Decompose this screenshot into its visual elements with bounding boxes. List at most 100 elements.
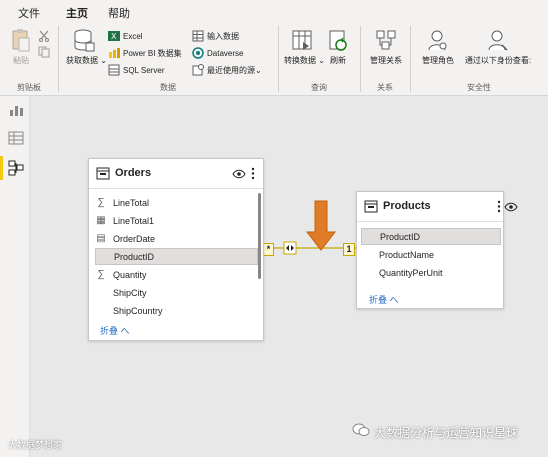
chevron-down-icon: ⌄ [98, 56, 107, 65]
transform-icon [292, 30, 312, 50]
down-arrow-annotation [305, 200, 337, 251]
active-view-indicator [0, 156, 3, 180]
field-orderdate[interactable]: ▤ OrderDate [95, 230, 255, 247]
products-table-card[interactable]: Products ProductID ProductName QuantityP… [356, 191, 518, 309]
dataverse-label: Dataverse [207, 48, 244, 58]
orders-collapse-link[interactable]: 折叠 へ [100, 324, 130, 337]
data-group-label: 数据 [160, 83, 176, 92]
ribbon: 粘贴 剪贴板 获取数据 ⌄ X Excel Power BI 数据集 SQL S… [0, 22, 548, 96]
one-cardinality-label: 1 [343, 243, 355, 256]
sql-server-button[interactable]: SQL Server [108, 63, 165, 77]
watermark-right: 大数据分析与运营知识星球 [374, 426, 519, 440]
report-view-icon[interactable] [8, 102, 24, 118]
sigma-icon: ∑ [97, 197, 105, 208]
view-as-button[interactable]: 通过以下身份查看: [460, 28, 536, 66]
field-name: OrderDate [113, 233, 156, 244]
enter-data-button[interactable]: 输入数据 [192, 29, 239, 43]
recent-sources-label: 最近使用的源 [207, 65, 255, 75]
manage-roles-button[interactable]: 管理角色 [418, 28, 458, 66]
field-productid[interactable]: ProductID [361, 228, 501, 245]
field-productname[interactable]: ProductName [361, 246, 501, 263]
clipboard-group-label: 剪贴板 [17, 83, 41, 92]
field-name: LineTotal [113, 197, 150, 208]
field-linetotal[interactable]: ∑ LineTotal [95, 194, 255, 211]
chevron-down-icon: ⌄ [255, 65, 262, 75]
menu-bar: 文件 主页 帮助 [0, 0, 548, 26]
field-shipcity[interactable]: ShipCity [95, 284, 255, 301]
transform-label: 转换数据 [284, 56, 316, 65]
view-switcher-rail [0, 96, 30, 457]
excel-button[interactable]: X Excel [108, 29, 143, 43]
many-cardinality-label: * [263, 243, 274, 256]
excel-icon: X [108, 31, 120, 41]
refresh-button[interactable]: 刷新 [326, 28, 350, 66]
data-view-icon[interactable] [8, 130, 24, 146]
powerbi-dataset-button[interactable]: Power BI 数据集 [108, 46, 182, 60]
view-as-label: 通过以下身份查看: [464, 56, 532, 65]
transform-data-button[interactable]: 转换数据 ⌄ [284, 28, 325, 66]
eye-icon[interactable] [232, 169, 246, 179]
chevron-down-icon: ⌄ [316, 56, 325, 65]
products-card-header: Products [357, 192, 518, 222]
svg-text:X: X [111, 32, 117, 41]
calculated-column-icon: ▦ [96, 215, 106, 226]
refresh-icon [329, 30, 347, 51]
orders-title: Orders [115, 167, 152, 179]
powerbi-label: Power BI 数据集 [123, 48, 182, 58]
get-data-label: 获取数据 [66, 56, 98, 65]
dataverse-icon [192, 47, 204, 59]
calendar-icon: ▤ [96, 233, 106, 244]
field-name: ProductName [379, 249, 435, 260]
field-name: LineTotal1 [113, 215, 155, 226]
field-shipcountry[interactable]: ShipCountry [95, 302, 255, 319]
recent-sources-icon [192, 64, 204, 76]
eye-icon[interactable] [504, 202, 518, 212]
field-quantityperunit[interactable]: QuantityPerUnit [361, 264, 501, 281]
sql-server-label: SQL Server [123, 65, 165, 75]
paste-button[interactable]: 粘贴 [8, 28, 34, 66]
field-name: QuantityPerUnit [379, 267, 443, 278]
database-icon [74, 29, 95, 52]
table-icon [192, 30, 204, 42]
refresh-label: 刷新 [330, 56, 346, 65]
relationships-icon [376, 30, 396, 50]
field-name: ProductID [380, 231, 421, 242]
table-icon [364, 200, 378, 213]
field-productid[interactable]: ProductID [95, 248, 258, 265]
field-name: ProductID [114, 251, 155, 262]
products-collapse-link[interactable]: 折叠 へ [369, 293, 399, 306]
copy-icon[interactable] [38, 46, 50, 58]
wechat-icon [352, 423, 370, 436]
user-view-icon [488, 30, 508, 51]
sql-server-icon [108, 64, 120, 76]
excel-label: Excel [123, 31, 143, 41]
powerbi-icon [109, 48, 120, 58]
orders-table-card[interactable]: Orders ∑ LineTotal ▦ LineTotal1 ▤ OrderDate… [88, 158, 264, 341]
products-title: Products [383, 200, 431, 212]
dataverse-button[interactable]: Dataverse [192, 46, 243, 60]
manage-relationships-button[interactable]: 管理关系 [366, 28, 406, 66]
recent-sources-button[interactable]: 最近使用的源 ⌄ [192, 63, 262, 77]
enter-data-label: 输入数据 [207, 31, 239, 41]
manage-roles-label: 管理角色 [422, 56, 454, 65]
orders-card-header: Orders [89, 159, 263, 189]
more-options-icon[interactable] [251, 167, 255, 180]
field-quantity[interactable]: ∑ Quantity [95, 266, 255, 283]
manage-relationships-label: 管理关系 [370, 56, 402, 65]
table-icon [96, 167, 110, 180]
model-view-icon[interactable] [8, 160, 24, 176]
field-name: Quantity [113, 269, 147, 280]
paste-label: 粘贴 [13, 56, 29, 65]
watermark-left: 大数据梦想家 [8, 440, 63, 450]
user-search-icon [428, 30, 447, 51]
query-group-label: 查询 [311, 83, 327, 92]
get-data-button[interactable]: 获取数据 ⌄ [66, 28, 107, 66]
cut-icon[interactable] [38, 30, 50, 42]
field-name: ShipCity [113, 287, 147, 298]
sigma-icon: ∑ [97, 269, 105, 280]
field-name: ShipCountry [113, 305, 163, 316]
field-linetotal1[interactable]: ▦ LineTotal1 [95, 212, 255, 229]
relationships-group-label: 关系 [377, 83, 393, 92]
scrollbar[interactable] [258, 193, 261, 279]
more-options-icon[interactable] [497, 200, 501, 213]
